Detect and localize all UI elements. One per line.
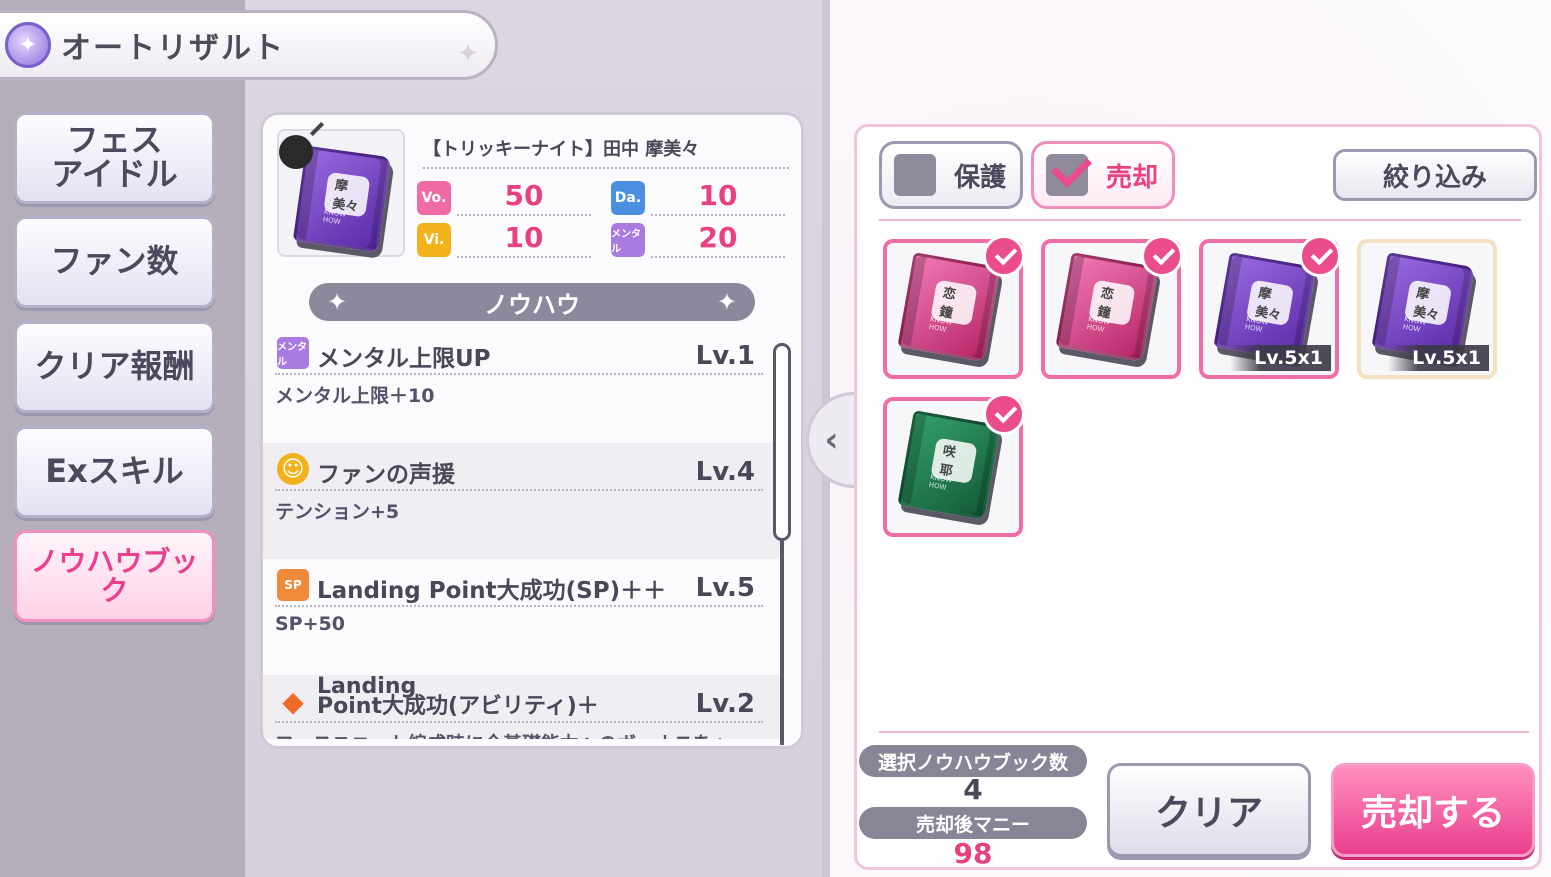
sidebar-item-ex-skill[interactable]: Exスキル — [14, 426, 215, 518]
detail-panel: 摩美々 KNOW HOW 【トリッキーナイト】田中 摩美々 Vo. 50 Da.… — [260, 112, 804, 749]
vocal-icon: Vo. — [417, 181, 451, 215]
title-bar: ✦ オートリザルト ✦ — [0, 10, 498, 80]
skill-level: Lv.4 — [695, 457, 755, 487]
sparkle-icon: ✦ — [327, 288, 348, 316]
visual-value: 10 — [457, 221, 591, 258]
skill-item: メンタル メンタル上限UP Lv.1 メンタル上限＋10 — [263, 327, 783, 443]
knowhow-book-icon: 恋鐘 KNOW HOW — [1055, 252, 1159, 362]
filter-button[interactable]: 絞り込み — [1333, 149, 1537, 201]
selected-check-icon — [983, 393, 1025, 435]
visual-icon: Vi. — [417, 223, 451, 257]
smile-icon: ☺ — [277, 453, 309, 485]
knowhow-book-item[interactable]: 咲耶 KNOW HOW — [883, 393, 1025, 537]
checkbox-icon — [894, 154, 936, 196]
scrollbar[interactable] — [773, 343, 791, 745]
knowhow-book-icon: 咲耶 KNOW HOW — [897, 410, 1001, 520]
selected-check-icon — [983, 235, 1025, 277]
ability-icon: ◆ — [282, 684, 304, 718]
knowhow-book-item[interactable]: 摩美々 KNOW HOW Lv.5x1 — [1199, 235, 1341, 379]
divider — [879, 731, 1529, 733]
sidebar-item-clear-reward[interactable]: クリア報酬 — [14, 321, 215, 413]
skill-list[interactable]: メンタル メンタル上限UP Lv.1 メンタル上限＋10 ☺ ファンの声援 Lv… — [263, 327, 783, 739]
level-tag: Lv.5x1 — [1230, 345, 1331, 371]
skill-item: ◆ Landing Point大成功(アビリティ)＋ Lv.2 フェスユニット編… — [263, 675, 783, 739]
sell-toggle[interactable]: 売却 — [1031, 141, 1175, 209]
money-label: 売却後マニー — [859, 807, 1087, 839]
knowhow-book-item[interactable]: 恋鐘 KNOW HOW — [1041, 235, 1183, 379]
sidebar-item-fan-count[interactable]: ファン数 — [14, 216, 215, 308]
sidebar-item-knowhow-book[interactable]: ノウハウブック — [14, 530, 215, 622]
skill-name: ファンの声援 — [317, 462, 455, 488]
skill-level: Lv.2 — [695, 689, 755, 719]
dance-icon: Da. — [611, 181, 645, 215]
skill-item: ☺ ファンの声援 Lv.4 テンション+5 — [263, 443, 783, 559]
sidebar-item-fes-idol[interactable]: フェス アイドル — [14, 112, 215, 204]
card-name: 【トリッキーナイト】田中 摩美々 — [423, 135, 789, 169]
auto-result-icon: ✦ — [5, 22, 51, 68]
bomb-icon — [279, 135, 313, 169]
knowhow-header: ✦ ノウハウ ✦ — [309, 283, 755, 321]
mental-icon: メンタル — [611, 223, 645, 257]
skill-description: テンション+5 — [275, 501, 400, 523]
scrollbar-thumb[interactable] — [773, 343, 791, 541]
card-thumbnail: 摩美々 KNOW HOW — [277, 129, 405, 257]
skill-name: Landing Point大成功(SP)＋＋ — [317, 578, 667, 604]
skill-name: メンタル上限UP — [317, 346, 491, 372]
skill-description: メンタル上限＋10 — [275, 385, 435, 407]
selected-check-icon — [1141, 235, 1183, 277]
skill-item: SP Landing Point大成功(SP)＋＋ Lv.5 SP+50 — [263, 559, 783, 675]
protect-toggle[interactable]: 保護 — [879, 141, 1023, 209]
skill-description: フェスユニット編成時に全基礎能力へのボーナスを+ — [275, 729, 728, 739]
skill-level: Lv.1 — [695, 341, 755, 371]
level-tag: Lv.5x1 — [1388, 345, 1489, 371]
selected-count: 4 — [963, 773, 983, 806]
vocal-value: 50 — [457, 179, 591, 216]
divider — [879, 219, 1521, 221]
mental-icon: メンタル — [277, 337, 309, 369]
selected-check-icon — [1299, 235, 1341, 277]
skill-description: SP+50 — [275, 613, 345, 635]
sparkle-icon: ✦ — [716, 288, 737, 316]
money-value: 98 — [953, 837, 993, 870]
mental-value: 20 — [651, 221, 785, 258]
skill-name: Landing Point大成功(アビリティ)＋ — [317, 674, 599, 719]
inventory-panel: 保護 売却 絞り込み 恋鐘 KNOW HOW 恋鐘 KNOW HOW 摩美々 K… — [854, 124, 1542, 870]
sell-button[interactable]: 売却する — [1331, 763, 1535, 857]
sparkle-icon: ✦ — [457, 39, 479, 69]
skill-level: Lv.5 — [695, 573, 755, 603]
page-title: オートリザルト — [61, 31, 285, 66]
clear-button[interactable]: クリア — [1107, 763, 1311, 857]
chevron-left-icon: ‹ — [824, 420, 839, 460]
knowhow-book-item[interactable]: 恋鐘 KNOW HOW — [883, 235, 1025, 379]
check-icon — [1046, 154, 1088, 196]
sp-icon: SP — [277, 569, 309, 601]
knowhow-book-icon: 恋鐘 KNOW HOW — [897, 252, 1001, 362]
knowhow-header-label: ノウハウ — [484, 290, 580, 319]
knowhow-book-item[interactable]: 摩美々 KNOW HOW Lv.5x1 — [1357, 239, 1497, 379]
dance-value: 10 — [651, 179, 785, 216]
